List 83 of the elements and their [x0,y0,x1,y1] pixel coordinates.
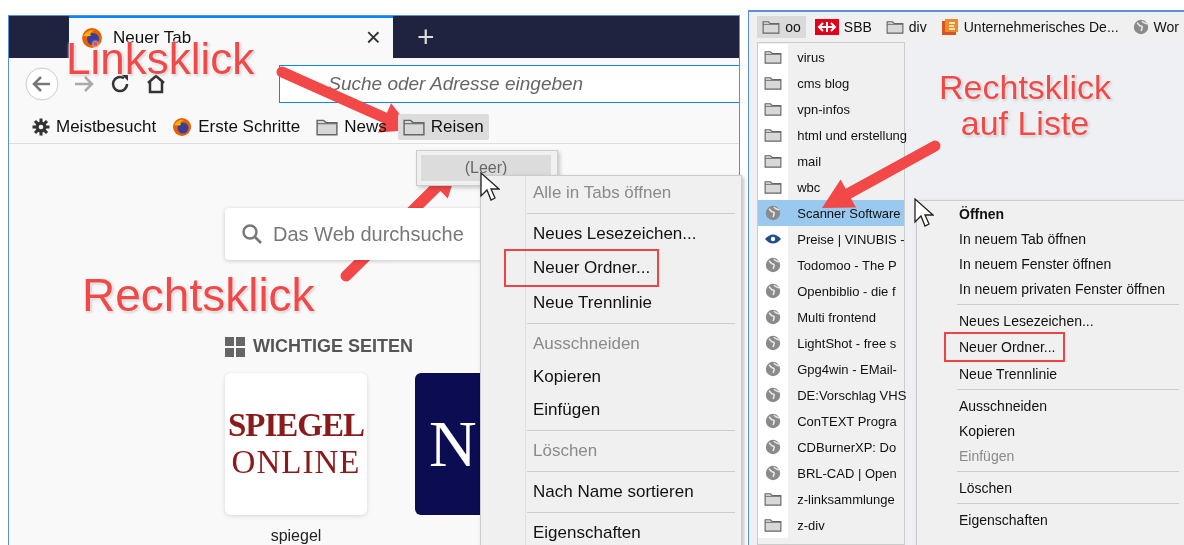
folder-icon [402,117,425,136]
globe-icon [765,335,782,351]
bookmark-item[interactable]: div [880,16,932,38]
annotation-text: Rechtsklick [82,272,315,318]
address-field[interactable]: Suche oder Adresse eingeben [279,65,740,104]
close-tab-button[interactable]: × [365,22,381,54]
bookmark-list-item[interactable]: Gpg4win - EMail- [758,356,905,382]
bookmark-list-item[interactable]: cms blog [758,70,905,96]
folder-icon [764,492,783,506]
gear-icon [32,117,50,136]
menu-item[interactable]: Ausschneiden [917,393,1184,418]
bookmark-item[interactable]: Meistbesucht [27,113,162,140]
menu-item[interactable]: Neue Trennlinie [481,286,741,319]
globe-icon [765,205,782,221]
folder-icon [764,76,783,90]
globe-icon [765,439,782,455]
bookmark-list-item[interactable]: Multi frontend [758,304,905,330]
bookmark-list-item[interactable]: BRL-CAD | Open [758,460,905,486]
bookmark-item[interactable]: Wor [1127,16,1184,38]
bookmark-item[interactable]: Erste Schritte [167,113,306,140]
menu-item[interactable]: Kopieren [481,360,741,393]
search-icon [241,223,263,245]
sbb-icon [814,19,839,35]
bookmark-list-item[interactable]: Preise | VINUBIS - [758,226,905,252]
app-icon [940,18,959,36]
annotation-text: Rechtsklick auf Liste [938,70,1112,142]
bookmark-list-item[interactable]: html und erstellung [758,122,905,148]
folder-icon [764,180,783,194]
bookmark-list-item[interactable]: virus [758,44,905,70]
menu-item[interactable]: Löschen [917,475,1184,500]
bookmark-list-item[interactable]: Openbiblio - die f [758,278,905,304]
site-tile[interactable]: SPIEGEL ONLINE [225,373,367,515]
globe-icon [765,309,782,325]
bookmark-list-item[interactable]: z-div [758,512,905,538]
bookmark-list-item[interactable]: LightShot - free s [758,330,905,356]
globe-icon [765,387,782,403]
bookmark-item[interactable]: Unternehmerisches De... [935,15,1124,39]
section-heading: WICHTIGE SEITEN [253,336,413,357]
menu-item[interactable]: Eigenschaften [917,507,1184,532]
folder-icon [316,117,339,136]
folder-icon [885,20,904,34]
folder-icon [764,102,783,116]
menu-item[interactable]: In neuem privaten Fenster öffnen [917,276,1184,301]
cursor-icon [914,198,934,228]
menu-item[interactable]: In neuem Fenster öffnen [917,251,1184,276]
bookmark-list-item[interactable]: wbc [758,174,905,200]
bookmark-list-item[interactable]: ConTEXT Progra [758,408,905,434]
folder-icon [764,154,783,168]
bookmark-list-item[interactable]: vpn-infos [758,96,905,122]
menu-item[interactable]: Nach Name sortieren [481,475,741,508]
menu-item[interactable]: Neuer Ordner... [945,333,1064,361]
folder-icon [764,50,783,64]
folder-icon [764,128,783,142]
bookmark-item[interactable]: oo [757,16,806,38]
globe-icon [765,283,782,299]
menu-item[interactable]: Kopieren [917,418,1184,443]
bookmark-list-item[interactable]: mail [758,148,905,174]
bookmark-list-item[interactable]: z-linksammlunge [758,486,905,512]
menu-item[interactable]: In neuem Tab öffnen [917,226,1184,251]
globe-icon [1132,19,1149,35]
tile-label: spiegel [270,527,322,545]
menu-item[interactable]: Eigenschaften [481,516,741,545]
bookmark-item[interactable]: Reisen [397,113,489,140]
bookmark-list-item[interactable]: Todomoo - The P [758,252,905,278]
menu-item[interactable]: Neue Trennlinie [917,361,1184,386]
firefox-icon [172,116,193,137]
globe-icon [765,465,782,481]
menu-item[interactable]: Einfügen [481,393,741,426]
bookmark-list-item[interactable]: CDBurnerXP: Do [758,434,905,460]
back-icon[interactable] [25,67,59,102]
menu-item[interactable]: Neues Lesezeichen... [917,308,1184,333]
folder-icon [764,518,783,532]
new-tab-button[interactable]: + [393,16,459,58]
eye-icon [764,233,783,245]
bookmark-list-item[interactable]: DE:Vorschlag VHS [758,382,905,408]
menu-item[interactable]: Neuer Ordner... [505,250,659,286]
globe-icon [765,413,782,429]
grid-icon [225,336,245,357]
bookmark-list-item[interactable]: Scanner Software [758,200,905,226]
globe-icon [765,361,782,377]
globe-icon [765,257,782,273]
folder-icon [762,20,781,34]
bookmark-item[interactable]: SBB [809,16,877,38]
